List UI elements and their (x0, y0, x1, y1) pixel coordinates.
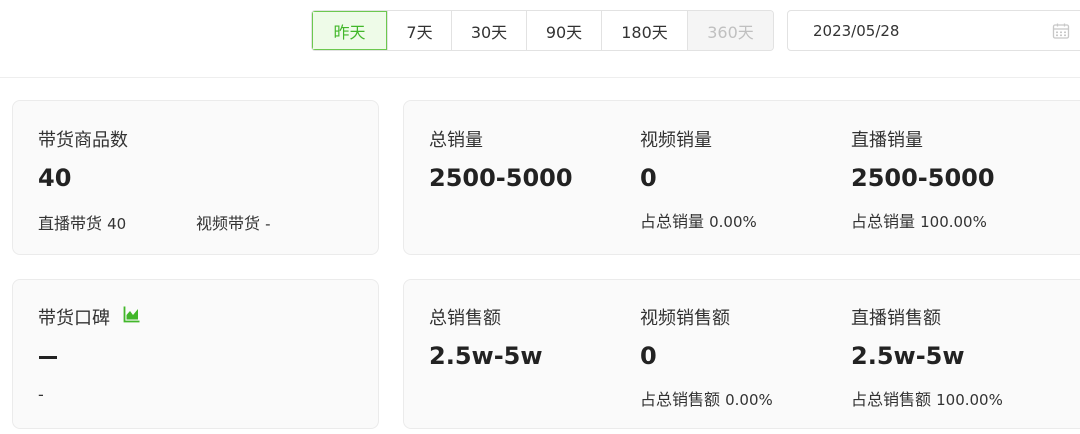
video-goods-value: - (265, 215, 271, 233)
toolbar: 昨天 7天 30天 90天 180天 360天 2023/05/28 (0, 0, 1080, 78)
video-sales-share: 占总销量 0.00% (640, 208, 757, 232)
reputation-card: 带货口碑 - (12, 279, 379, 429)
live-amount-share-value: 100.00% (936, 391, 1003, 409)
goods-count-card: 带货商品数 40 直播带货 40 视频带货 - (12, 100, 379, 255)
sales-volume-card: 总销量 2500-5000 视频销量 0 占总销量 0.00% 直播销量 250… (403, 100, 1080, 255)
live-amount-share-label: 占总销售额 (851, 390, 932, 409)
video-amount-share-label: 占总销售额 (640, 390, 721, 409)
range-button-30d[interactable]: 30天 (451, 11, 526, 50)
reputation-title: 带货口碑 (38, 308, 110, 329)
goods-count-value: 40 (38, 164, 72, 192)
video-amount-value: 0 (640, 342, 657, 370)
goods-count-title: 带货商品数 (38, 130, 128, 151)
video-sales-share-value: 0.00% (709, 213, 757, 231)
reputation-value-dash (39, 356, 57, 359)
live-amount-value: 2.5w-5w (851, 342, 965, 370)
live-amount-label: 直播销售额 (851, 308, 941, 329)
video-amount-share-value: 0.00% (725, 391, 773, 409)
live-amount-share: 占总销售额 100.00% (851, 386, 1003, 410)
reputation-sub: - (38, 385, 44, 404)
video-goods-label: 视频带货 (196, 214, 261, 233)
video-sales-value: 0 (640, 164, 657, 192)
date-value: 2023/05/28 (813, 21, 900, 40)
video-sales-share-label: 占总销量 (640, 212, 705, 231)
total-amount-label: 总销售额 (429, 308, 501, 329)
area-chart-icon[interactable] (123, 305, 141, 323)
live-goods-value: 40 (107, 215, 127, 233)
live-sales-label: 直播销量 (851, 130, 923, 151)
range-button-180d[interactable]: 180天 (601, 11, 687, 50)
live-sales-share-label: 占总销量 (851, 212, 916, 231)
video-amount-label: 视频销售额 (640, 308, 730, 329)
range-button-yesterday[interactable]: 昨天 (312, 11, 387, 50)
live-sales-share-value: 100.00% (920, 213, 987, 231)
date-range-selector: 昨天 7天 30天 90天 180天 360天 (311, 10, 774, 51)
calendar-icon[interactable] (1052, 22, 1070, 40)
sales-amount-card: 总销售额 2.5w-5w 视频销售额 0 占总销售额 0.00% 直播销售额 2… (403, 279, 1080, 429)
live-sales-value: 2500-5000 (851, 164, 995, 192)
date-picker[interactable]: 2023/05/28 (787, 10, 1080, 51)
live-goods-stat: 直播带货 40 (38, 210, 126, 234)
live-sales-share: 占总销量 100.00% (851, 208, 987, 232)
video-goods-stat: 视频带货 - (196, 210, 271, 234)
video-amount-share: 占总销售额 0.00% (640, 386, 773, 410)
range-button-360d: 360天 (687, 11, 773, 50)
total-sales-label: 总销量 (429, 130, 483, 151)
range-button-90d[interactable]: 90天 (526, 11, 601, 50)
range-button-7d[interactable]: 7天 (387, 11, 451, 50)
total-amount-value: 2.5w-5w (429, 342, 543, 370)
video-sales-label: 视频销量 (640, 130, 712, 151)
total-sales-value: 2500-5000 (429, 164, 573, 192)
live-goods-label: 直播带货 (38, 214, 103, 233)
